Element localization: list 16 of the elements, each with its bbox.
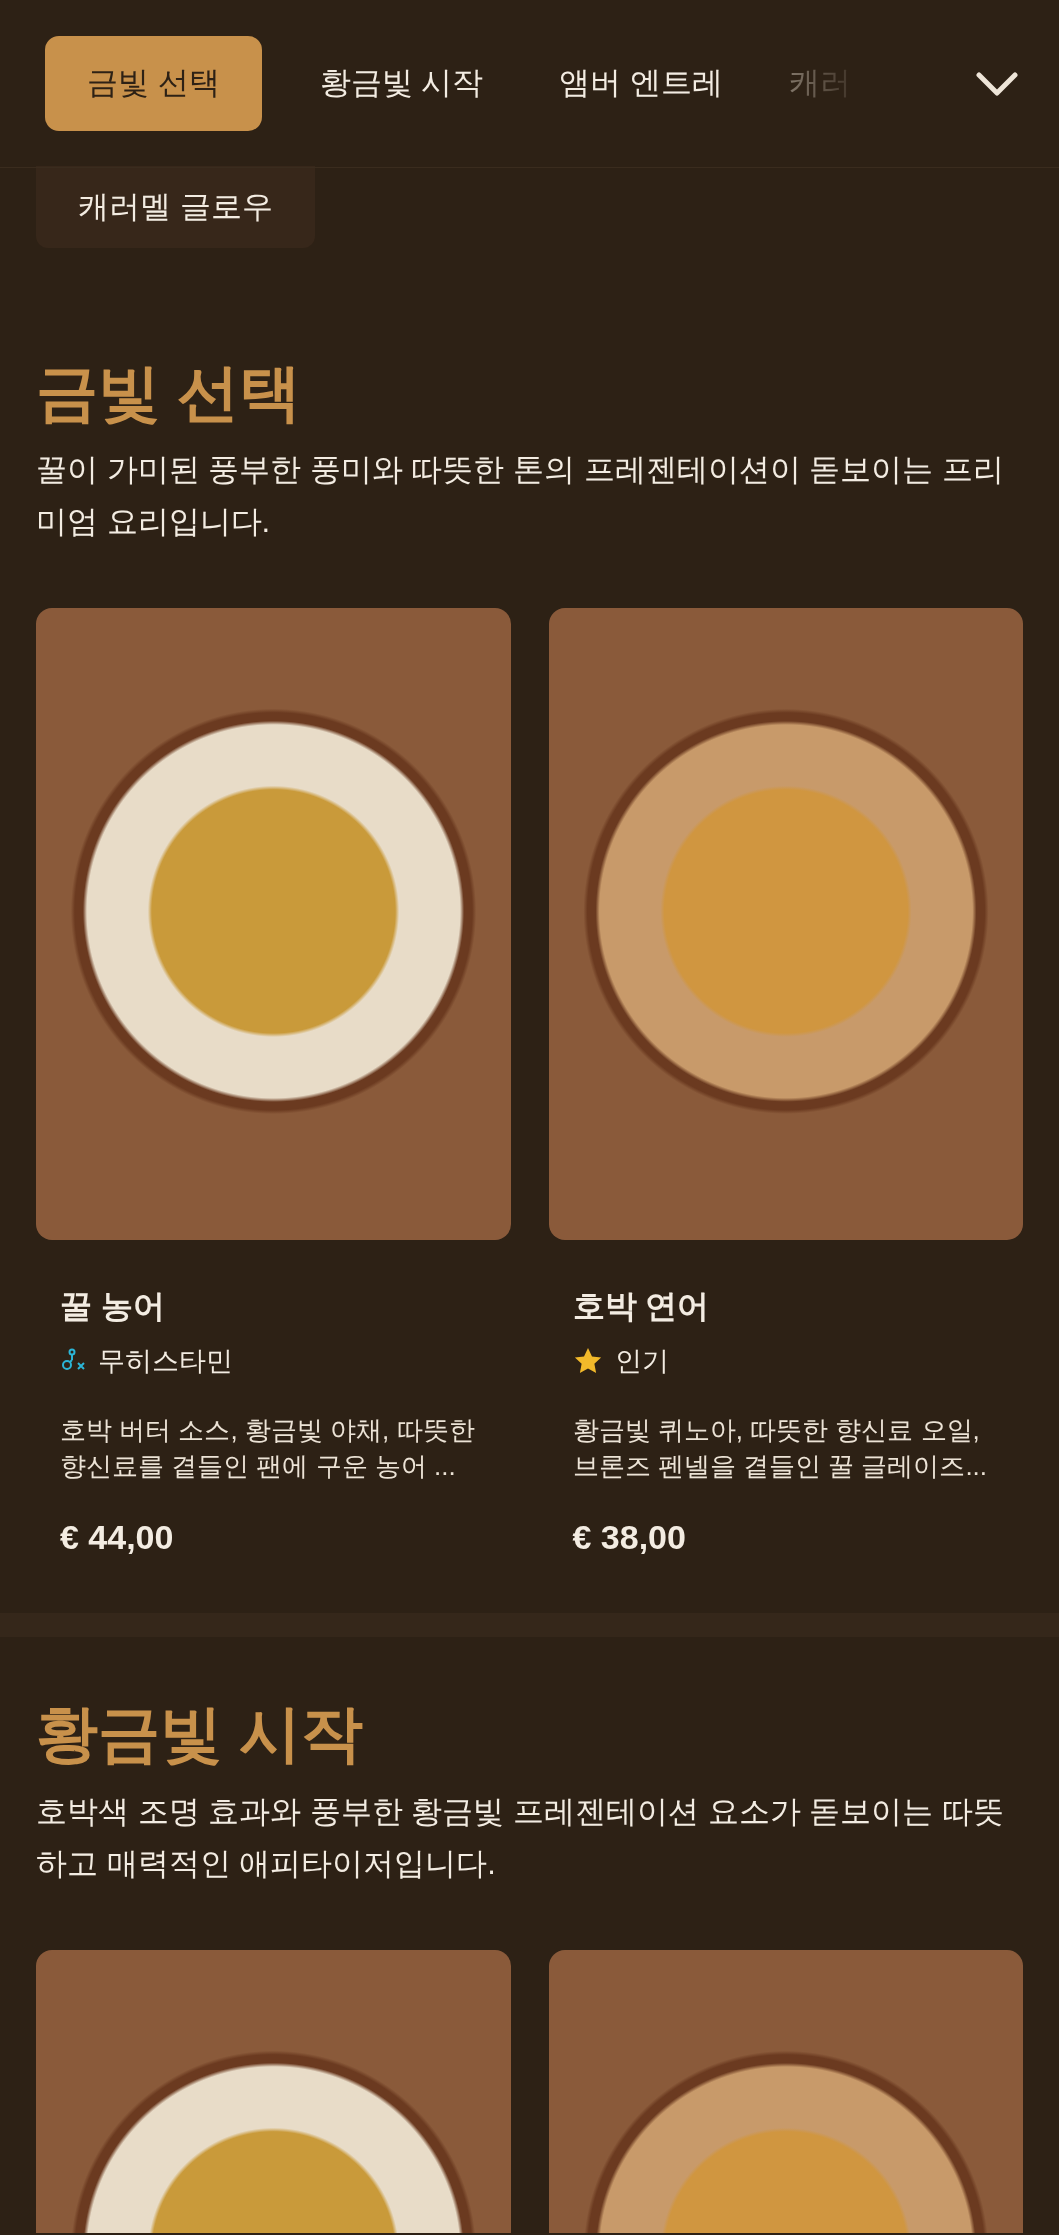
dish-tag: 무히스타민 — [98, 1344, 233, 1379]
dish-name: 호박 연어 — [572, 1287, 711, 1327]
category-tab[interactable]: 금빛 선택 — [45, 36, 262, 131]
category-chip[interactable]: 캐러멜 글로우 — [36, 166, 315, 248]
section-description: 호박색 조명 효과와 풍부한 황금빛 프레젠테이션 요소가 돋보이는 따뜻하고 매력적인 애피타이저입니다. — [36, 1792, 1005, 1883]
category-tab[interactable]: 황금빛 시작 — [301, 36, 502, 131]
dish-price: € 44,00 — [60, 1517, 175, 1559]
section-title: 황금빛 시작 — [36, 1698, 365, 1771]
category-tab[interactable]: 앰버 엔트레 — [541, 36, 741, 131]
section-title: 금빛 선택 — [36, 357, 303, 429]
dish-description: 호박 버터 소스, 황금빛 야채, 따뜻한 향신료를 곁들인 팬에 구운 농어 ... — [60, 1414, 476, 1484]
dish-price: € 38,00 — [572, 1517, 687, 1559]
dish-name: 꿀 농어 — [60, 1287, 166, 1327]
dish-description: 황금빛 퀴노아, 따뜻한 향신료 오일, 브론즈 펜넬을 곁들인 꿀 글레이즈... — [572, 1414, 989, 1484]
section-description: 꿀이 가미된 풍부한 풍미와 따뜻한 톤의 프레젠테이션이 돋보이는 프리미엄 요리입니다. — [36, 451, 1005, 542]
dish-tag: 인기 — [614, 1344, 669, 1379]
